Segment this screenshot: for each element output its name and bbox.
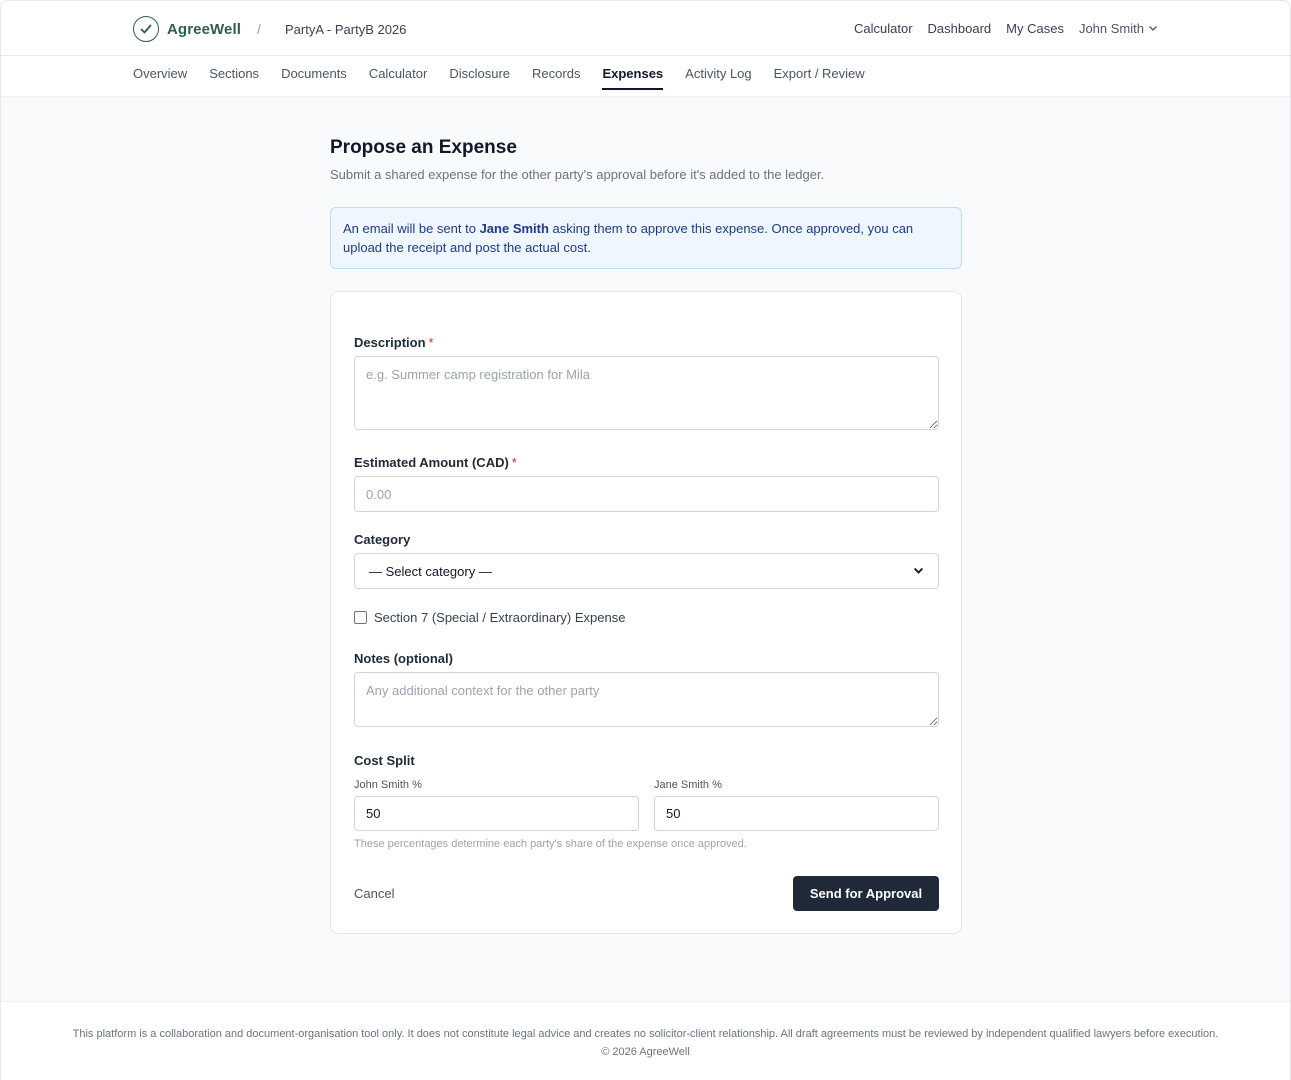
party-b-percent-label: Jane Smith % <box>654 779 722 791</box>
brand-name: AgreeWell <box>167 20 241 38</box>
category-label: Category <box>354 532 411 547</box>
notes-label: Notes (optional) <box>354 651 453 666</box>
breadcrumb-case-name[interactable]: PartyA - PartyB 2026 <box>285 22 406 37</box>
user-menu[interactable]: John Smith <box>1079 21 1158 36</box>
required-mark: * <box>511 455 517 470</box>
description-label-text: Description <box>354 335 426 350</box>
required-mark: * <box>428 335 434 350</box>
amount-label-text: Estimated Amount (CAD) <box>354 455 509 470</box>
party-b-percent-input[interactable]: 50 <box>654 796 939 831</box>
approval-info-banner: An email will be sent to Jane Smith aski… <box>330 207 962 269</box>
tab-disclosure[interactable]: Disclosure <box>449 56 510 97</box>
footer: This platform is a collaboration and doc… <box>1 1001 1290 1080</box>
amount-label: Estimated Amount (CAD) * <box>354 455 517 470</box>
legal-disclaimer: This platform is a collaboration and doc… <box>72 1028 1219 1040</box>
description-input[interactable] <box>354 356 939 430</box>
section7-label: Section 7 (Special / Extraordinary) Expe… <box>374 610 626 625</box>
party-b-percent-value: 50 <box>666 806 681 821</box>
amount-input[interactable] <box>354 476 939 512</box>
tab-records[interactable]: Records <box>532 56 580 97</box>
user-name: John Smith <box>1078 21 1144 36</box>
topnav-calculator-link[interactable]: Calculator <box>854 21 913 36</box>
tab-overview[interactable]: Overview <box>133 56 187 97</box>
cancel-link[interactable]: Cancel <box>354 886 394 901</box>
copyright: © 2026 AgreeWell <box>601 1046 690 1058</box>
top-nav: Calculator Dashboard My Cases John Smith <box>854 21 1158 36</box>
propose-expense-form: Description* Estimated Amount (CAD)* Cat… <box>330 291 962 934</box>
party-a-percent-input[interactable]: 50 <box>354 796 639 831</box>
case-tabs: Overview Sections Documents Calculator D… <box>1 56 1290 97</box>
info-prefix: An email will be sent to <box>343 221 480 236</box>
chevron-down-icon <box>913 564 924 579</box>
section7-checkbox[interactable] <box>354 611 367 624</box>
brand-home-link[interactable]: AgreeWell <box>133 16 241 42</box>
page-subtitle: Submit a shared expense for the other pa… <box>330 167 825 182</box>
party-a-percent-label: John Smith % <box>354 779 422 791</box>
check-circle-icon <box>133 16 159 42</box>
description-label: Description * <box>354 335 434 350</box>
party-a-percent-value: 50 <box>366 806 381 821</box>
top-header: AgreeWell / PartyA - PartyB 2026 Calcula… <box>1 1 1290 56</box>
app-window: AgreeWell / PartyA - PartyB 2026 Calcula… <box>0 0 1291 1080</box>
cost-split-label: Cost Split <box>354 753 415 768</box>
category-select[interactable]: — Select category — <box>354 553 939 589</box>
notes-input[interactable] <box>354 672 939 727</box>
category-selected-value: — Select category — <box>369 563 492 579</box>
tab-documents[interactable]: Documents <box>281 56 347 97</box>
tab-expenses[interactable]: Expenses <box>602 56 663 97</box>
tab-sections[interactable]: Sections <box>209 56 259 97</box>
topnav-dashboard-link[interactable]: Dashboard <box>928 21 992 36</box>
page-title: Propose an Expense <box>330 137 517 158</box>
tab-calculator[interactable]: Calculator <box>369 56 428 97</box>
cost-split-help: These percentages determine each party's… <box>354 838 747 850</box>
breadcrumb-separator: / <box>257 21 261 37</box>
tab-export-review[interactable]: Export / Review <box>774 56 865 97</box>
section7-checkbox-row[interactable]: Section 7 (Special / Extraordinary) Expe… <box>354 610 625 625</box>
tab-activity-log[interactable]: Activity Log <box>685 56 751 97</box>
send-for-approval-button[interactable]: Send for Approval <box>793 876 939 911</box>
topnav-my-cases-link[interactable]: My Cases <box>1006 21 1064 36</box>
chevron-down-icon <box>1148 21 1158 36</box>
info-recipient-name: Jane Smith <box>479 221 549 236</box>
